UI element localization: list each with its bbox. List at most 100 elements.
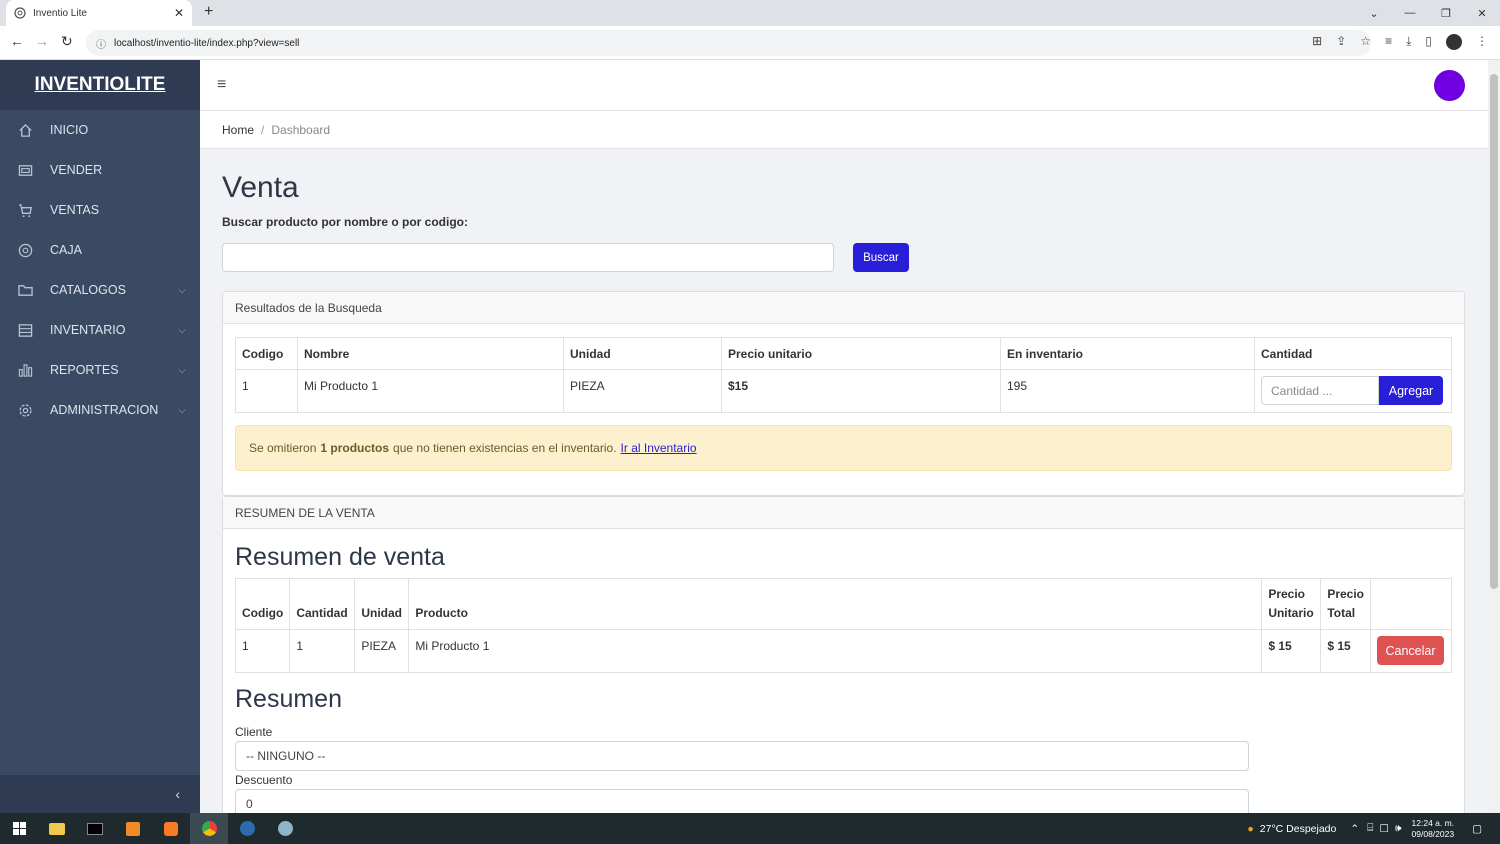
go-to-inventory-link[interactable]: Ir al Inventario [621,441,697,455]
search-input[interactable] [222,243,834,272]
summary-table: Codigo Cantidad Unidad Producto Precio U… [234,578,1452,673]
page-title: Venta [222,171,299,204]
sidebar: INVENTIOLITE INICIO VENDER VENTAS CAJA CATAL… [0,60,200,813]
cell-nombre: Mi Producto 1 [297,369,564,413]
sidebar-menu: INICIO VENDER VENTAS CAJA CATALOGOS ⌵ INVENTAR… [0,110,200,430]
main-content: Venta Buscar producto por nombre o por c… [200,149,1488,813]
chevron-down-icon: ⌵ [178,404,186,416]
share-icon[interactable]: ⇪ [1336,34,1346,50]
back-icon[interactable]: ← [10,33,24,49]
col-codigo: Codigo [235,337,298,370]
brand-logo[interactable]: INVENTIOLITE [0,60,200,110]
sidebar-item-label: ADMINISTRACION [50,403,159,417]
url-text: localhost/inventio-lite/index.php?view=s… [114,37,300,49]
cliente-label: Cliente [235,725,273,739]
cell-cantidad: 1 [289,629,356,673]
site-info-icon[interactable]: ⓘ [96,36,106,51]
reload-icon[interactable]: ↻ [61,33,73,50]
profile-avatar-icon[interactable] [1446,34,1462,50]
sublime-text-icon[interactable] [114,813,152,844]
browser-actions: ⊞ ⇪ ☆ ≡ ⤓ ▯ ⋮ [1312,34,1488,50]
tab-title: Inventio Lite [33,7,87,19]
side-panel-icon[interactable]: ▯ [1425,34,1432,50]
clock-date: 09/08/2023 [1411,828,1455,839]
bar-chart-icon [17,362,33,378]
quantity-input[interactable]: Cantidad ... [1261,376,1379,405]
cell-unidad: PIEZA [354,629,410,673]
user-avatar[interactable] [1434,70,1465,101]
sidebar-item-label: VENDER [50,163,103,177]
sidebar-item-administracion[interactable]: ADMINISTRACION ⌵ [0,390,200,430]
xampp-icon[interactable] [152,813,190,844]
menu-kebab-icon[interactable]: ⋮ [1476,34,1488,50]
sidebar-item-reportes[interactable]: REPORTES ⌵ [0,350,200,390]
close-window-icon[interactable]: ✕ [1464,7,1500,20]
tab-search-icon[interactable]: ⌄ [1356,7,1392,20]
summary-title: Resumen de venta [235,543,445,571]
reading-list-icon[interactable]: ≡ [1385,34,1392,50]
col-nombre: Nombre [297,337,564,370]
sidebar-item-label: CAJA [50,243,82,257]
terminal-icon[interactable] [76,813,114,844]
sidebar-collapse-button[interactable]: ‹ [0,775,200,813]
window-controls: ⌄ — ❐ ✕ [1356,0,1500,26]
address-bar[interactable]: ⓘ localhost/inventio-lite/index.php?view… [86,30,1371,56]
notifications-icon[interactable]: ▢ [1472,823,1482,835]
alert-suffix: que no tienen existencias en el inventar… [393,441,617,455]
windows-taskbar: ● 27°C Despejado ⌃ ⌸ ☐ 🕪 12:24 a. m. 09/… [0,813,1500,844]
scrollbar-thumb[interactable] [1490,74,1498,589]
sidebar-item-inventario[interactable]: INVENTARIO ⌵ [0,310,200,350]
add-button[interactable]: Agregar [1379,376,1443,405]
restore-icon[interactable]: ❐ [1428,7,1464,20]
app-globe-icon[interactable] [228,813,266,844]
app-tool-icon[interactable] [266,813,304,844]
sidebar-item-inicio[interactable]: INICIO [0,110,200,150]
tray-chevron-icon[interactable]: ⌃ [1350,823,1359,835]
chrome-icon[interactable] [190,813,228,844]
cell-codigo: 1 [234,629,291,673]
cell-cantidad: Cantidad ... Agregar [1254,369,1452,413]
search-button[interactable]: Buscar [853,243,909,272]
sidebar-item-label: CATALOGOS [50,283,126,297]
sidebar-item-catalogos[interactable]: CATALOGOS ⌵ [0,270,200,310]
resumen-title: Resumen [235,685,342,713]
page-scrollbar[interactable] [1488,60,1500,813]
bookmark-star-icon[interactable]: ☆ [1360,34,1371,50]
col-precio-unitario: Precio Unitario [1261,578,1322,630]
cash-register-icon [17,162,33,178]
network-icon[interactable]: ⌸ [1367,822,1373,835]
cell-precio-unitario: $ 15 [1261,629,1322,673]
cell-inventario: 195 [1000,369,1255,413]
sidebar-item-ventas[interactable]: VENTAS [0,190,200,230]
hamburger-menu-icon[interactable]: ≡ [217,76,226,94]
results-table: Codigo Nombre Unidad Precio unitario En … [235,337,1452,413]
file-explorer-icon[interactable] [38,813,76,844]
chevron-left-icon: ‹ [175,786,180,802]
sidebar-item-label: INVENTARIO [50,323,126,337]
minimize-icon[interactable]: — [1392,7,1428,19]
browser-tab[interactable]: Inventio Lite ✕ [6,0,192,26]
sidebar-item-vender[interactable]: VENDER [0,150,200,190]
download-icon[interactable]: ⤓ [1406,34,1411,50]
forward-icon[interactable]: → [35,33,49,49]
weather-text[interactable]: 27°C Despejado [1260,823,1337,835]
windows-start-icon[interactable] [0,813,38,844]
descuento-input[interactable]: 0 [235,789,1249,813]
home-icon [17,122,33,138]
col-actions [1370,578,1452,630]
breadcrumb-home[interactable]: Home [222,123,254,137]
cancel-item-button[interactable]: Cancelar [1377,636,1444,665]
clock-time: 12:24 a. m. [1411,817,1455,828]
sidebar-item-caja[interactable]: CAJA [0,230,200,270]
volume-icon[interactable]: 🕪 [1395,822,1402,835]
close-tab-icon[interactable]: ✕ [174,6,184,20]
wifi-icon[interactable]: ☐ [1379,823,1388,835]
clock[interactable]: 12:24 a. m. 09/08/2023 [1412,818,1455,840]
cliente-select[interactable]: -- NINGUNO -- [235,741,1249,771]
col-en-inventario: En inventario [1000,337,1255,370]
cell-producto: Mi Producto 1 [408,629,1263,673]
translate-icon[interactable]: ⊞ [1312,34,1322,50]
new-tab-icon[interactable]: + [204,3,213,21]
cell-unidad: PIEZA [563,369,722,413]
browser-tab-strip: Inventio Lite ✕ + ⌄ — ❐ ✕ [0,0,1500,26]
